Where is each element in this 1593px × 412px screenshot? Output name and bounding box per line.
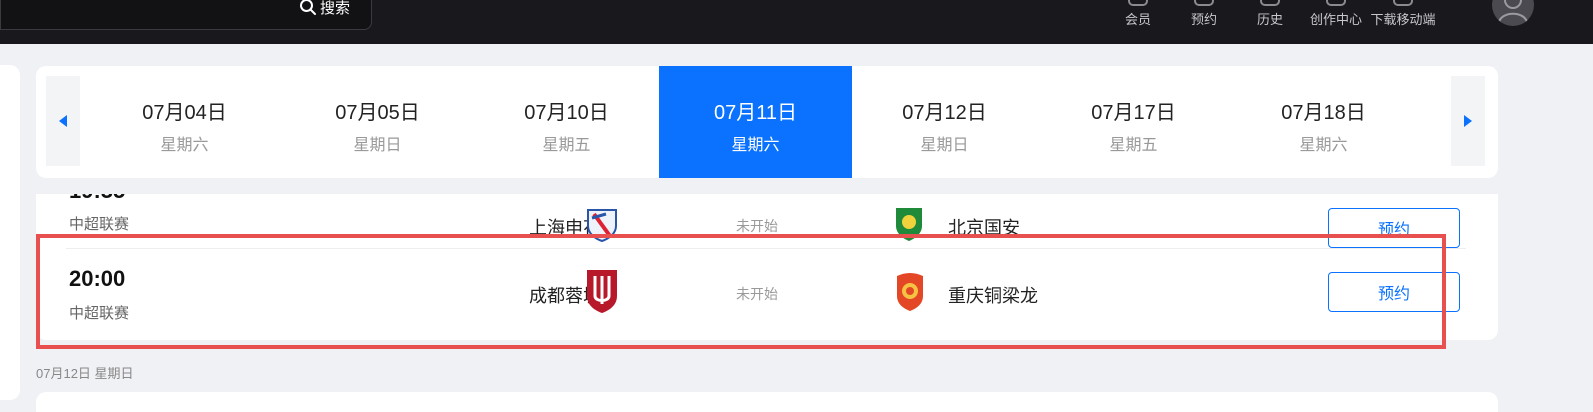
date-next-button[interactable] <box>1451 76 1485 166</box>
search-button-label: 搜索 <box>320 0 351 17</box>
date-tab-weekday: 星期日 <box>353 137 402 154</box>
next-match-list <box>36 392 1498 412</box>
date-tab-weekday: 星期五 <box>542 137 591 154</box>
date-tab-date: 07月18日 <box>1281 102 1366 124</box>
away-team-name: 重庆铜梁龙 <box>948 286 1038 306</box>
nav-reserve-label: 预约 <box>1190 12 1217 27</box>
match-row[interactable]: 19:35 中超联赛 上海申花 未开始 北京国安 预约 <box>36 194 1498 248</box>
home-team-name: 成都蓉城 <box>529 286 601 306</box>
next-date-group-label: 07月12日 星期日 <box>36 366 134 381</box>
search-icon <box>299 0 317 16</box>
history-icon <box>1260 0 1280 6</box>
away-team-name: 北京国安 <box>948 218 1020 238</box>
search-input[interactable]: 搜索 <box>0 0 372 30</box>
date-tab[interactable]: 07月17日 星期五 <box>1037 66 1230 178</box>
download-icon <box>1393 0 1413 6</box>
date-prev-button[interactable] <box>46 76 80 166</box>
home-team-name: 上海申花 <box>529 218 601 238</box>
nav-reserve[interactable]: 预约 <box>1184 0 1224 44</box>
date-selector: 07月04日 星期六 07月05日 星期日 07月10日 星期五 07月11日 … <box>36 66 1498 178</box>
date-tab-date: 07月12日 <box>902 102 987 124</box>
date-tab[interactable]: 07月10日 星期五 <box>470 66 663 178</box>
date-tab-date: 07月17日 <box>1091 102 1176 124</box>
date-tab-date: 07月10日 <box>524 102 609 124</box>
nav-download-mobile[interactable]: 下载移动端 <box>1366 0 1440 44</box>
nav-creator-center[interactable]: 创作中心 <box>1306 0 1366 44</box>
user-avatar[interactable] <box>1492 0 1534 26</box>
match-status: 未开始 <box>736 286 778 302</box>
date-tab[interactable]: 07月18日 星期六 <box>1227 66 1420 178</box>
date-tab-date: 07月11日 <box>713 102 797 124</box>
left-sidebar-panel <box>0 65 20 400</box>
match-league: 中超联赛 <box>69 305 130 322</box>
arrow-right-icon <box>1464 115 1472 127</box>
date-tab-weekday: 星期六 <box>160 137 209 154</box>
guoan-logo-icon <box>892 206 926 247</box>
reserve-icon <box>1194 0 1214 6</box>
date-tab-active[interactable]: 07月11日 星期六 <box>659 66 852 178</box>
date-tab-weekday: 星期六 <box>731 137 780 154</box>
date-tab-date: 07月04日 <box>142 102 227 124</box>
date-tab-date: 07月05日 <box>335 102 420 124</box>
match-row[interactable]: 20:00 中超联赛 成都蓉城 未开始 重庆铜梁龙 预约 <box>36 248 1498 338</box>
reserve-button[interactable]: 预约 <box>1328 208 1460 248</box>
nav-member-label: 会员 <box>1124 12 1151 27</box>
date-tab-weekday: 星期日 <box>920 137 969 154</box>
arrow-left-icon <box>59 115 67 127</box>
nav-download-label: 下载移动端 <box>1370 12 1436 27</box>
chengdu-rongcheng-logo-icon <box>584 268 620 319</box>
top-navigation-bar: 搜索 会员 预约 历史 创作中心 下载移动端 <box>0 0 1593 44</box>
shenhua-logo-icon <box>584 208 620 247</box>
match-time: 20:00 <box>69 266 126 291</box>
date-tab[interactable]: 07月12日 星期日 <box>848 66 1041 178</box>
user-avatar-icon <box>1498 0 1528 23</box>
creator-icon <box>1326 0 1346 6</box>
nav-member[interactable]: 会员 <box>1118 0 1158 44</box>
member-icon <box>1128 0 1148 6</box>
search-button[interactable]: 搜索 <box>299 0 350 19</box>
date-tab[interactable]: 07月04日 星期六 <box>88 66 281 178</box>
reserve-button[interactable]: 预约 <box>1328 272 1460 312</box>
nav-creator-label: 创作中心 <box>1309 12 1362 27</box>
nav-history[interactable]: 历史 <box>1250 0 1290 44</box>
match-league: 中超联赛 <box>69 216 130 233</box>
match-list: 19:35 中超联赛 上海申花 未开始 北京国安 预约 20:00 中超联赛 成… <box>36 194 1498 340</box>
chongqing-tongliangloong-logo-icon <box>894 270 926 317</box>
date-tab-weekday: 星期五 <box>1109 137 1158 154</box>
date-tab[interactable]: 07月05日 星期日 <box>281 66 474 178</box>
match-status: 未开始 <box>736 218 778 234</box>
match-time: 19:35 <box>69 194 125 204</box>
date-tab-weekday: 星期六 <box>1299 137 1348 154</box>
nav-history-label: 历史 <box>1256 12 1283 27</box>
